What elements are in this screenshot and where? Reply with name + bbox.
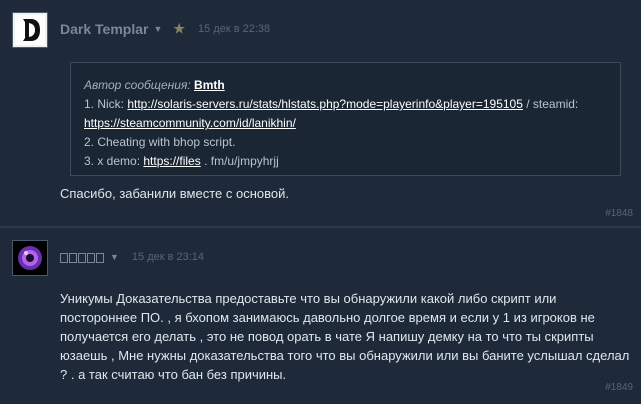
author-name-text[interactable]: Dark Templar xyxy=(60,21,148,37)
chevron-down-icon[interactable]: ▼ xyxy=(153,24,162,34)
comment-text: Уникумы Доказательства предоставьте что … xyxy=(60,291,630,382)
post-date: 15 дек в 23:14 xyxy=(131,251,205,263)
quote-text: 1. Nick: xyxy=(84,97,128,111)
quote-line-3: 2. Cheating with bhop script. xyxy=(84,135,236,149)
author-name[interactable]: ▼ 15 дек в 23:14 xyxy=(60,249,204,265)
avatar[interactable] xyxy=(12,240,48,276)
star-icon: ★ xyxy=(173,21,186,36)
chevron-down-icon[interactable]: ▼ xyxy=(110,252,119,262)
unrendered-glyph xyxy=(87,253,95,264)
quote-block: Автор сообщения: Bmth 1. Nick: http://so… xyxy=(70,62,621,176)
stats-link[interactable]: http://solaris-servers.ru/stats/hlstats.… xyxy=(127,97,523,111)
quote-line-2: https://steamcommunity.com/id/lanikhin/ xyxy=(84,114,607,133)
quote-line-1: 1. Nick: http://solaris-servers.ru/stats… xyxy=(84,95,607,114)
files-link[interactable]: https://files xyxy=(143,154,200,168)
comment-text: Спасибо, забанили вместе с основой. xyxy=(60,186,289,201)
author-name-glyphs[interactable] xyxy=(60,249,105,265)
quote-author-link[interactable]: Bmth xyxy=(194,78,225,92)
unrendered-glyph xyxy=(60,253,68,264)
unrendered-glyph xyxy=(69,253,77,264)
quote-header: Автор сообщения: Bmth xyxy=(84,76,607,95)
quote-text: 3. x demo: xyxy=(84,154,144,168)
quote-line-4: 3. x demo: https://files . fm/u/jmpyhrjj xyxy=(84,152,607,171)
post-number[interactable]: #1849 xyxy=(605,382,633,393)
post-date: 15 дек в 22:38 xyxy=(198,23,271,35)
comment-post: ▼ 15 дек в 23:14 Уникумы Доказательства … xyxy=(0,228,641,404)
author-name[interactable]: Dark Templar ▼ ★ 15 дек в 22:38 xyxy=(60,21,270,37)
unrendered-glyph xyxy=(96,253,104,264)
quote-text: / steamid: xyxy=(522,97,579,111)
quote-text: . fm/u/jmpyhrjj xyxy=(200,154,279,168)
quote-label: Автор сообщения: xyxy=(84,78,191,92)
unrendered-glyph xyxy=(78,253,86,264)
purple-orb-icon xyxy=(18,246,42,270)
comment-post: Dark Templar ▼ ★ 15 дек в 22:38 Автор со… xyxy=(0,0,641,226)
post-number[interactable]: #1848 xyxy=(605,208,633,219)
steam-profile-link[interactable]: https://steamcommunity.com/id/lanikhin/ xyxy=(84,116,296,130)
logo-d-icon xyxy=(15,15,45,45)
avatar[interactable] xyxy=(12,12,48,48)
